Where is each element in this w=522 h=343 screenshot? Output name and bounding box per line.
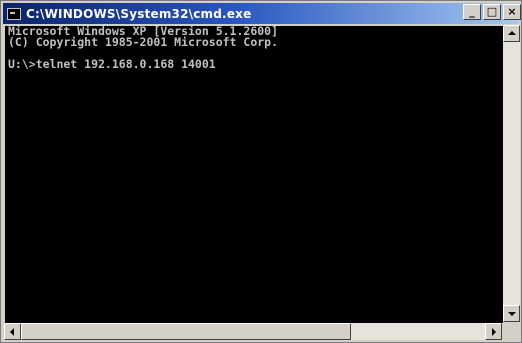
console-line: (C) Copyright 1985-2001 Microsoft Corp.: [8, 35, 279, 49]
arrow-down-icon: [508, 312, 516, 316]
scroll-left-button[interactable]: [4, 323, 21, 340]
scroll-right-button[interactable]: [485, 323, 502, 340]
horizontal-scroll-thumb[interactable]: [21, 323, 351, 340]
size-grip[interactable]: [503, 323, 520, 340]
console-line: U:\>telnet 192.168.0.168 14001: [8, 57, 216, 71]
minimize-button[interactable]: _: [463, 4, 481, 20]
arrow-up-icon: [508, 31, 516, 35]
arrow-left-icon: [10, 328, 14, 336]
horizontal-scrollbar[interactable]: [4, 323, 502, 340]
window-title: C:\WINDOWS\System32\cmd.exe: [26, 6, 252, 21]
arrow-right-icon: [492, 328, 496, 336]
close-button[interactable]: ×: [503, 4, 521, 20]
title-bar[interactable]: C:\WINDOWS\System32\cmd.exe _ □ ×: [3, 3, 521, 24]
window-controls: _ □ ×: [463, 4, 521, 20]
scroll-up-button[interactable]: [503, 25, 520, 42]
maximize-button[interactable]: □: [483, 4, 501, 20]
scroll-down-button[interactable]: [503, 305, 520, 322]
cmd-window: C:\WINDOWS\System32\cmd.exe _ □ × Micros…: [0, 0, 522, 343]
vertical-scrollbar[interactable]: [503, 25, 520, 322]
cmd-app-icon[interactable]: [7, 7, 21, 20]
console-output[interactable]: Microsoft Windows XP [Version 5.1.2600] …: [5, 26, 503, 323]
